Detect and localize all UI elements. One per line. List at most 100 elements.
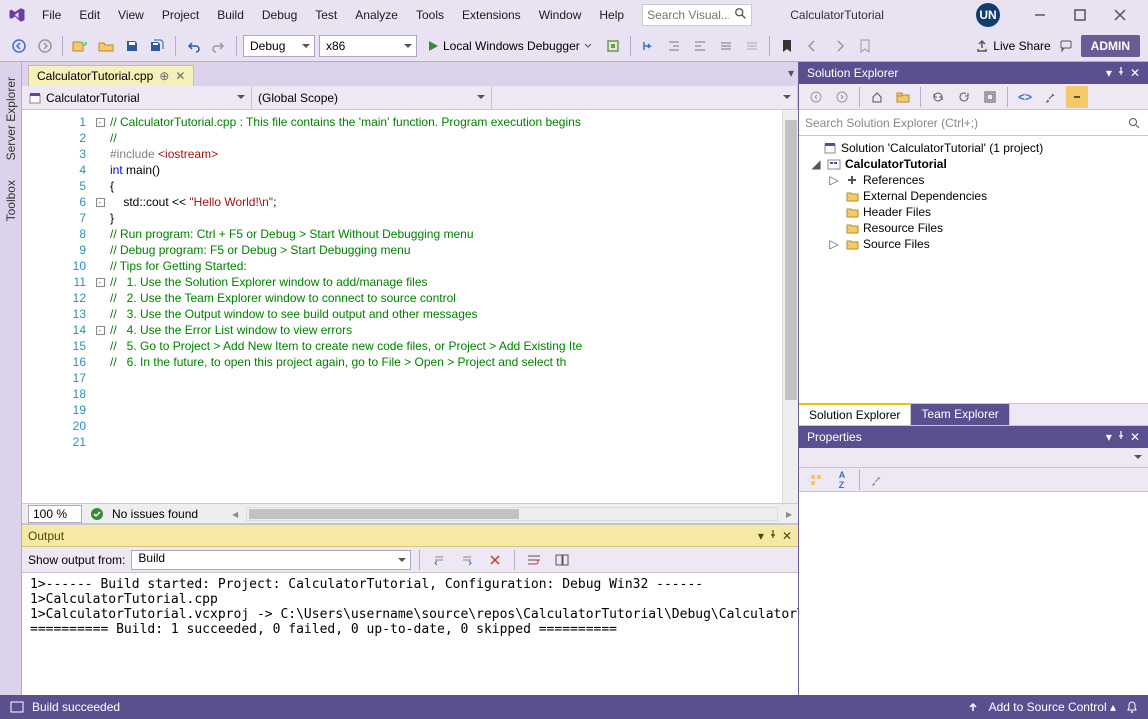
- save-all-icon[interactable]: [147, 35, 169, 57]
- prev-bookmark-icon[interactable]: [802, 35, 824, 57]
- undo-icon[interactable]: [182, 35, 204, 57]
- pin-icon[interactable]: [1116, 66, 1126, 80]
- zoom-input[interactable]: [28, 505, 82, 523]
- output-text[interactable]: 1>------ Build started: Project: Calcula…: [22, 573, 798, 695]
- pin-icon[interactable]: [768, 529, 778, 543]
- properties-icon[interactable]: [1040, 86, 1062, 108]
- pin-icon[interactable]: ⊕: [159, 69, 169, 83]
- menu-edit[interactable]: Edit: [71, 4, 108, 26]
- show-all-icon[interactable]: <>: [1014, 86, 1036, 108]
- minimize-button[interactable]: [1020, 1, 1060, 29]
- next-message-icon[interactable]: [456, 549, 478, 571]
- output-source-dropdown[interactable]: Build: [131, 550, 411, 570]
- comment-icon[interactable]: [715, 35, 737, 57]
- fwd-icon[interactable]: [831, 86, 853, 108]
- next-bookmark-icon[interactable]: [828, 35, 850, 57]
- solution-search-input[interactable]: Search Solution Explorer (Ctrl+;): [799, 110, 1148, 136]
- side-tab-toolbox[interactable]: Toolbox: [1, 173, 21, 228]
- step-icon[interactable]: [637, 35, 659, 57]
- menu-tools[interactable]: Tools: [408, 4, 452, 26]
- dropdown-icon[interactable]: ▾: [1106, 66, 1112, 80]
- start-debug-button[interactable]: Local Windows Debugger: [421, 35, 598, 57]
- close-icon[interactable]: ✕: [1130, 66, 1140, 80]
- platform-dropdown[interactable]: x86: [319, 35, 417, 57]
- project-node[interactable]: ◢ CalculatorTutorial: [805, 156, 1142, 172]
- nav-back-icon[interactable]: [8, 35, 30, 57]
- refresh-icon[interactable]: [953, 86, 975, 108]
- clear-icon[interactable]: [484, 549, 506, 571]
- menu-extensions[interactable]: Extensions: [454, 4, 529, 26]
- close-icon[interactable]: ✕: [782, 529, 792, 543]
- document-tab[interactable]: CalculatorTutorial.cpp ⊕ ✕: [28, 65, 194, 86]
- indent-icon[interactable]: [689, 35, 711, 57]
- expand-arrow-icon[interactable]: ▷: [827, 173, 841, 187]
- nav-fwd-icon[interactable]: [34, 35, 56, 57]
- close-button[interactable]: [1100, 1, 1140, 29]
- code-area[interactable]: // CalculatorTutorial.cpp : This file co…: [106, 110, 782, 503]
- menu-debug[interactable]: Debug: [254, 4, 305, 26]
- wrench-icon[interactable]: [866, 469, 888, 491]
- alphabetical-icon[interactable]: AZ: [831, 469, 853, 491]
- code-editor[interactable]: 123456789101112131415161718192021 ---- /…: [22, 110, 798, 503]
- open-file-icon[interactable]: [95, 35, 117, 57]
- fold-column[interactable]: ----: [94, 110, 106, 503]
- uncomment-icon[interactable]: [741, 35, 763, 57]
- collapse-arrow-icon[interactable]: ◢: [809, 157, 823, 171]
- tree-node[interactable]: Resource Files: [805, 220, 1142, 236]
- process-icon[interactable]: [602, 35, 624, 57]
- back-icon[interactable]: [805, 86, 827, 108]
- properties-object-dropdown[interactable]: [799, 448, 1148, 468]
- tab-overflow-icon[interactable]: ▾: [788, 66, 794, 80]
- properties-header[interactable]: Properties ▾ ✕: [799, 426, 1148, 448]
- dropdown-icon[interactable]: ▾: [758, 529, 764, 543]
- close-icon[interactable]: ✕: [1130, 430, 1140, 444]
- word-wrap-icon[interactable]: [523, 549, 545, 571]
- prev-message-icon[interactable]: [428, 549, 450, 571]
- scroll-left-icon[interactable]: ◂: [232, 507, 238, 521]
- member-dropdown[interactable]: [492, 86, 798, 109]
- close-icon[interactable]: ✕: [175, 69, 185, 83]
- tree-node[interactable]: ▷ References: [805, 172, 1142, 188]
- menu-build[interactable]: Build: [209, 4, 252, 26]
- expand-arrow-icon[interactable]: ▷: [827, 237, 841, 251]
- function-scope-dropdown[interactable]: (Global Scope): [252, 86, 492, 109]
- tab-solution-explorer[interactable]: Solution Explorer: [799, 403, 911, 425]
- solution-tree[interactable]: Solution 'CalculatorTutorial' (1 project…: [799, 136, 1148, 403]
- home-icon[interactable]: [866, 86, 888, 108]
- tree-node[interactable]: ▷ Source Files: [805, 236, 1142, 252]
- new-project-icon[interactable]: +: [69, 35, 91, 57]
- live-share-button[interactable]: Live Share: [975, 39, 1050, 53]
- menu-view[interactable]: View: [110, 4, 152, 26]
- outdent-icon[interactable]: [663, 35, 685, 57]
- menu-project[interactable]: Project: [154, 4, 207, 26]
- project-scope-dropdown[interactable]: CalculatorTutorial: [22, 86, 252, 109]
- menu-window[interactable]: Window: [531, 4, 590, 26]
- save-icon[interactable]: [121, 35, 143, 57]
- notifications-icon[interactable]: [1126, 700, 1138, 714]
- properties-grid[interactable]: [799, 492, 1148, 695]
- solution-node[interactable]: Solution 'CalculatorTutorial' (1 project…: [805, 140, 1142, 156]
- dropdown-icon[interactable]: ▾: [1106, 430, 1112, 444]
- tree-node[interactable]: External Dependencies: [805, 188, 1142, 204]
- user-avatar[interactable]: UN: [976, 3, 1000, 27]
- maximize-button[interactable]: [1060, 1, 1100, 29]
- side-tab-server-explorer[interactable]: Server Explorer: [1, 70, 21, 167]
- redo-icon[interactable]: [208, 35, 230, 57]
- scroll-right-icon[interactable]: ▸: [786, 507, 792, 521]
- pin-icon[interactable]: [1116, 430, 1126, 444]
- clear-bookmark-icon[interactable]: [854, 35, 876, 57]
- horizontal-scrollbar[interactable]: [246, 507, 778, 521]
- add-source-control[interactable]: Add to Source Control ▴: [989, 700, 1116, 714]
- configuration-dropdown[interactable]: Debug: [243, 35, 315, 57]
- menu-analyze[interactable]: Analyze: [347, 4, 406, 26]
- vertical-scrollbar[interactable]: [782, 110, 798, 503]
- preview-icon[interactable]: [1066, 86, 1088, 108]
- tree-node[interactable]: Header Files: [805, 204, 1142, 220]
- feedback-icon[interactable]: [1055, 35, 1077, 57]
- bookmark-icon[interactable]: [776, 35, 798, 57]
- sync-icon[interactable]: [927, 86, 949, 108]
- solution-explorer-header[interactable]: Solution Explorer ▾ ✕: [799, 62, 1148, 84]
- collapse-icon[interactable]: [979, 86, 1001, 108]
- menu-file[interactable]: File: [34, 4, 69, 26]
- goto-icon[interactable]: [551, 549, 573, 571]
